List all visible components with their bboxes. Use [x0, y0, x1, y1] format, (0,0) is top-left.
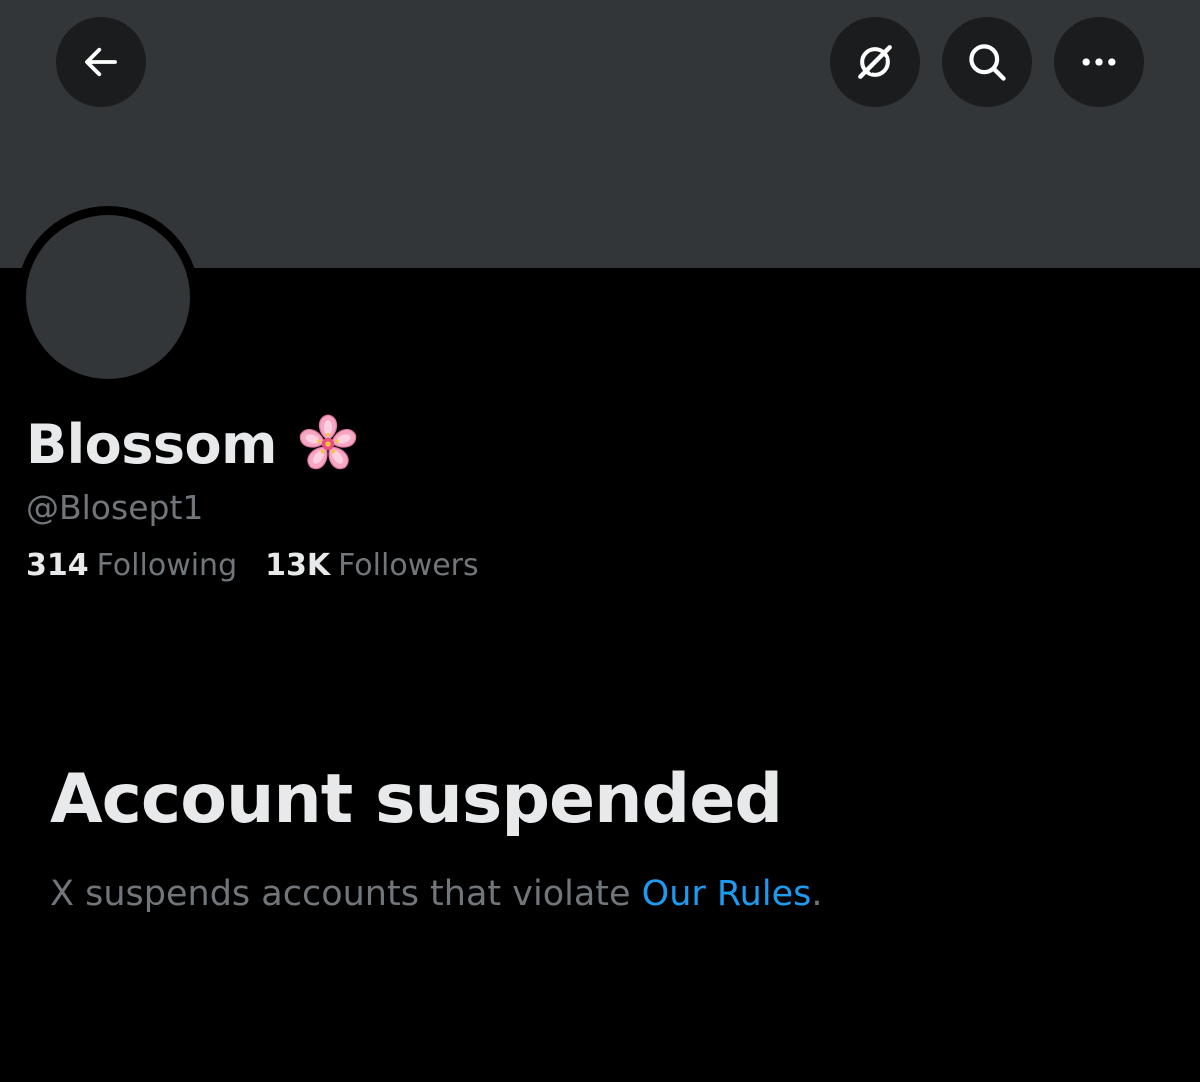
following-label: Following — [96, 548, 238, 583]
followers-link[interactable]: 13K Followers — [265, 548, 479, 583]
profile-stats: 314 Following 13K Followers — [26, 548, 479, 583]
back-button[interactable] — [56, 17, 146, 107]
avatar[interactable] — [26, 215, 190, 379]
cherry-blossom-icon — [299, 414, 357, 470]
grok-button[interactable] — [830, 17, 920, 107]
search-button[interactable] — [942, 17, 1032, 107]
suspension-title: Account suspended — [50, 760, 783, 839]
followers-label: Followers — [338, 548, 479, 583]
more-dots-icon — [1082, 58, 1116, 66]
suspension-message: X suspends accounts that violate Our Rul… — [50, 874, 822, 914]
more-options-button[interactable] — [1054, 17, 1144, 107]
following-count: 314 — [26, 548, 89, 583]
following-link[interactable]: 314 Following — [26, 548, 237, 583]
suspension-message-text: X suspends accounts that violate — [50, 874, 642, 914]
followers-count: 13K — [265, 548, 331, 583]
grok-slash-icon — [858, 45, 892, 79]
arrow-left-icon — [85, 47, 117, 77]
search-icon — [969, 44, 1006, 81]
display-name-text: Blossom — [26, 412, 277, 476]
suspension-message-period: . — [811, 874, 823, 914]
profile-handle: @Blosept1 — [26, 488, 204, 527]
our-rules-link[interactable]: Our Rules — [642, 874, 812, 914]
profile-display-name: Blossom — [26, 408, 361, 480]
